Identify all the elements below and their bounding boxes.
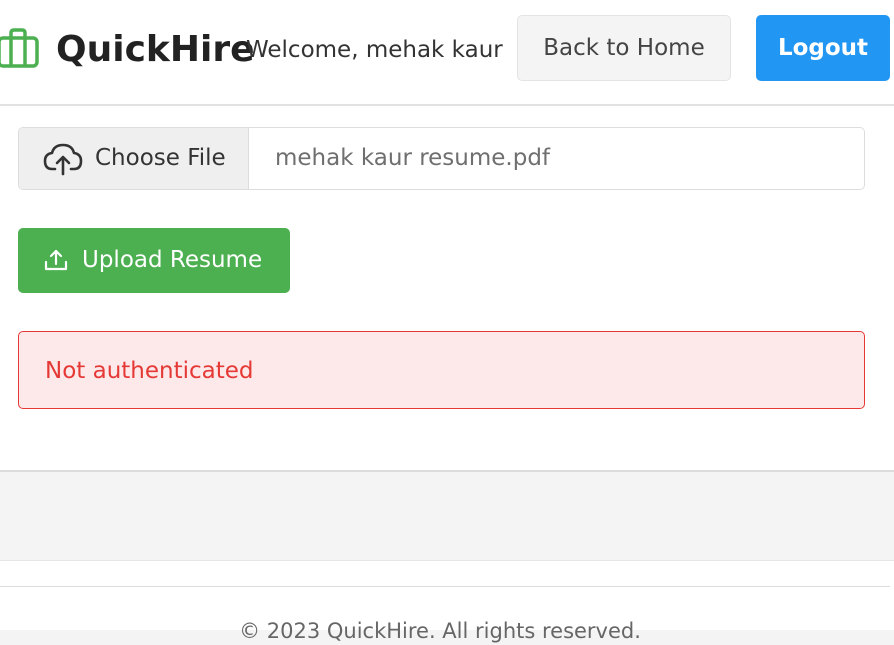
choose-file-label: Choose File xyxy=(95,145,226,171)
error-alert: Not authenticated xyxy=(18,331,865,409)
selected-file-name: mehak kaur resume.pdf xyxy=(275,145,551,171)
site-footer: © 2023 QuickHire. All rights reserved. xyxy=(0,560,894,643)
upload-resume-button[interactable]: Upload Resume xyxy=(18,228,290,293)
briefcase-icon xyxy=(0,28,39,68)
brand-name[interactable]: QuickHire xyxy=(56,26,255,74)
upload-resume-label: Upload Resume xyxy=(82,247,263,273)
welcome-message: Welcome, mehak kaur xyxy=(246,37,503,63)
site-header: QuickHire Welcome, mehak kaur Back to Ho… xyxy=(0,0,894,106)
file-input-group[interactable]: Choose File mehak kaur resume.pdf xyxy=(18,127,865,190)
copyright-text: © 2023 QuickHire. All rights reserved. xyxy=(239,619,641,643)
footer-divider xyxy=(0,586,890,587)
upload-icon xyxy=(44,249,68,271)
error-message: Not authenticated xyxy=(45,358,254,384)
back-to-home-button[interactable]: Back to Home xyxy=(517,15,731,81)
logout-button[interactable]: Logout xyxy=(756,15,890,81)
cloud-upload-icon xyxy=(43,143,83,176)
upload-card: Choose File mehak kaur resume.pdf Upload… xyxy=(0,106,894,472)
choose-file-button[interactable]: Choose File xyxy=(19,128,249,189)
